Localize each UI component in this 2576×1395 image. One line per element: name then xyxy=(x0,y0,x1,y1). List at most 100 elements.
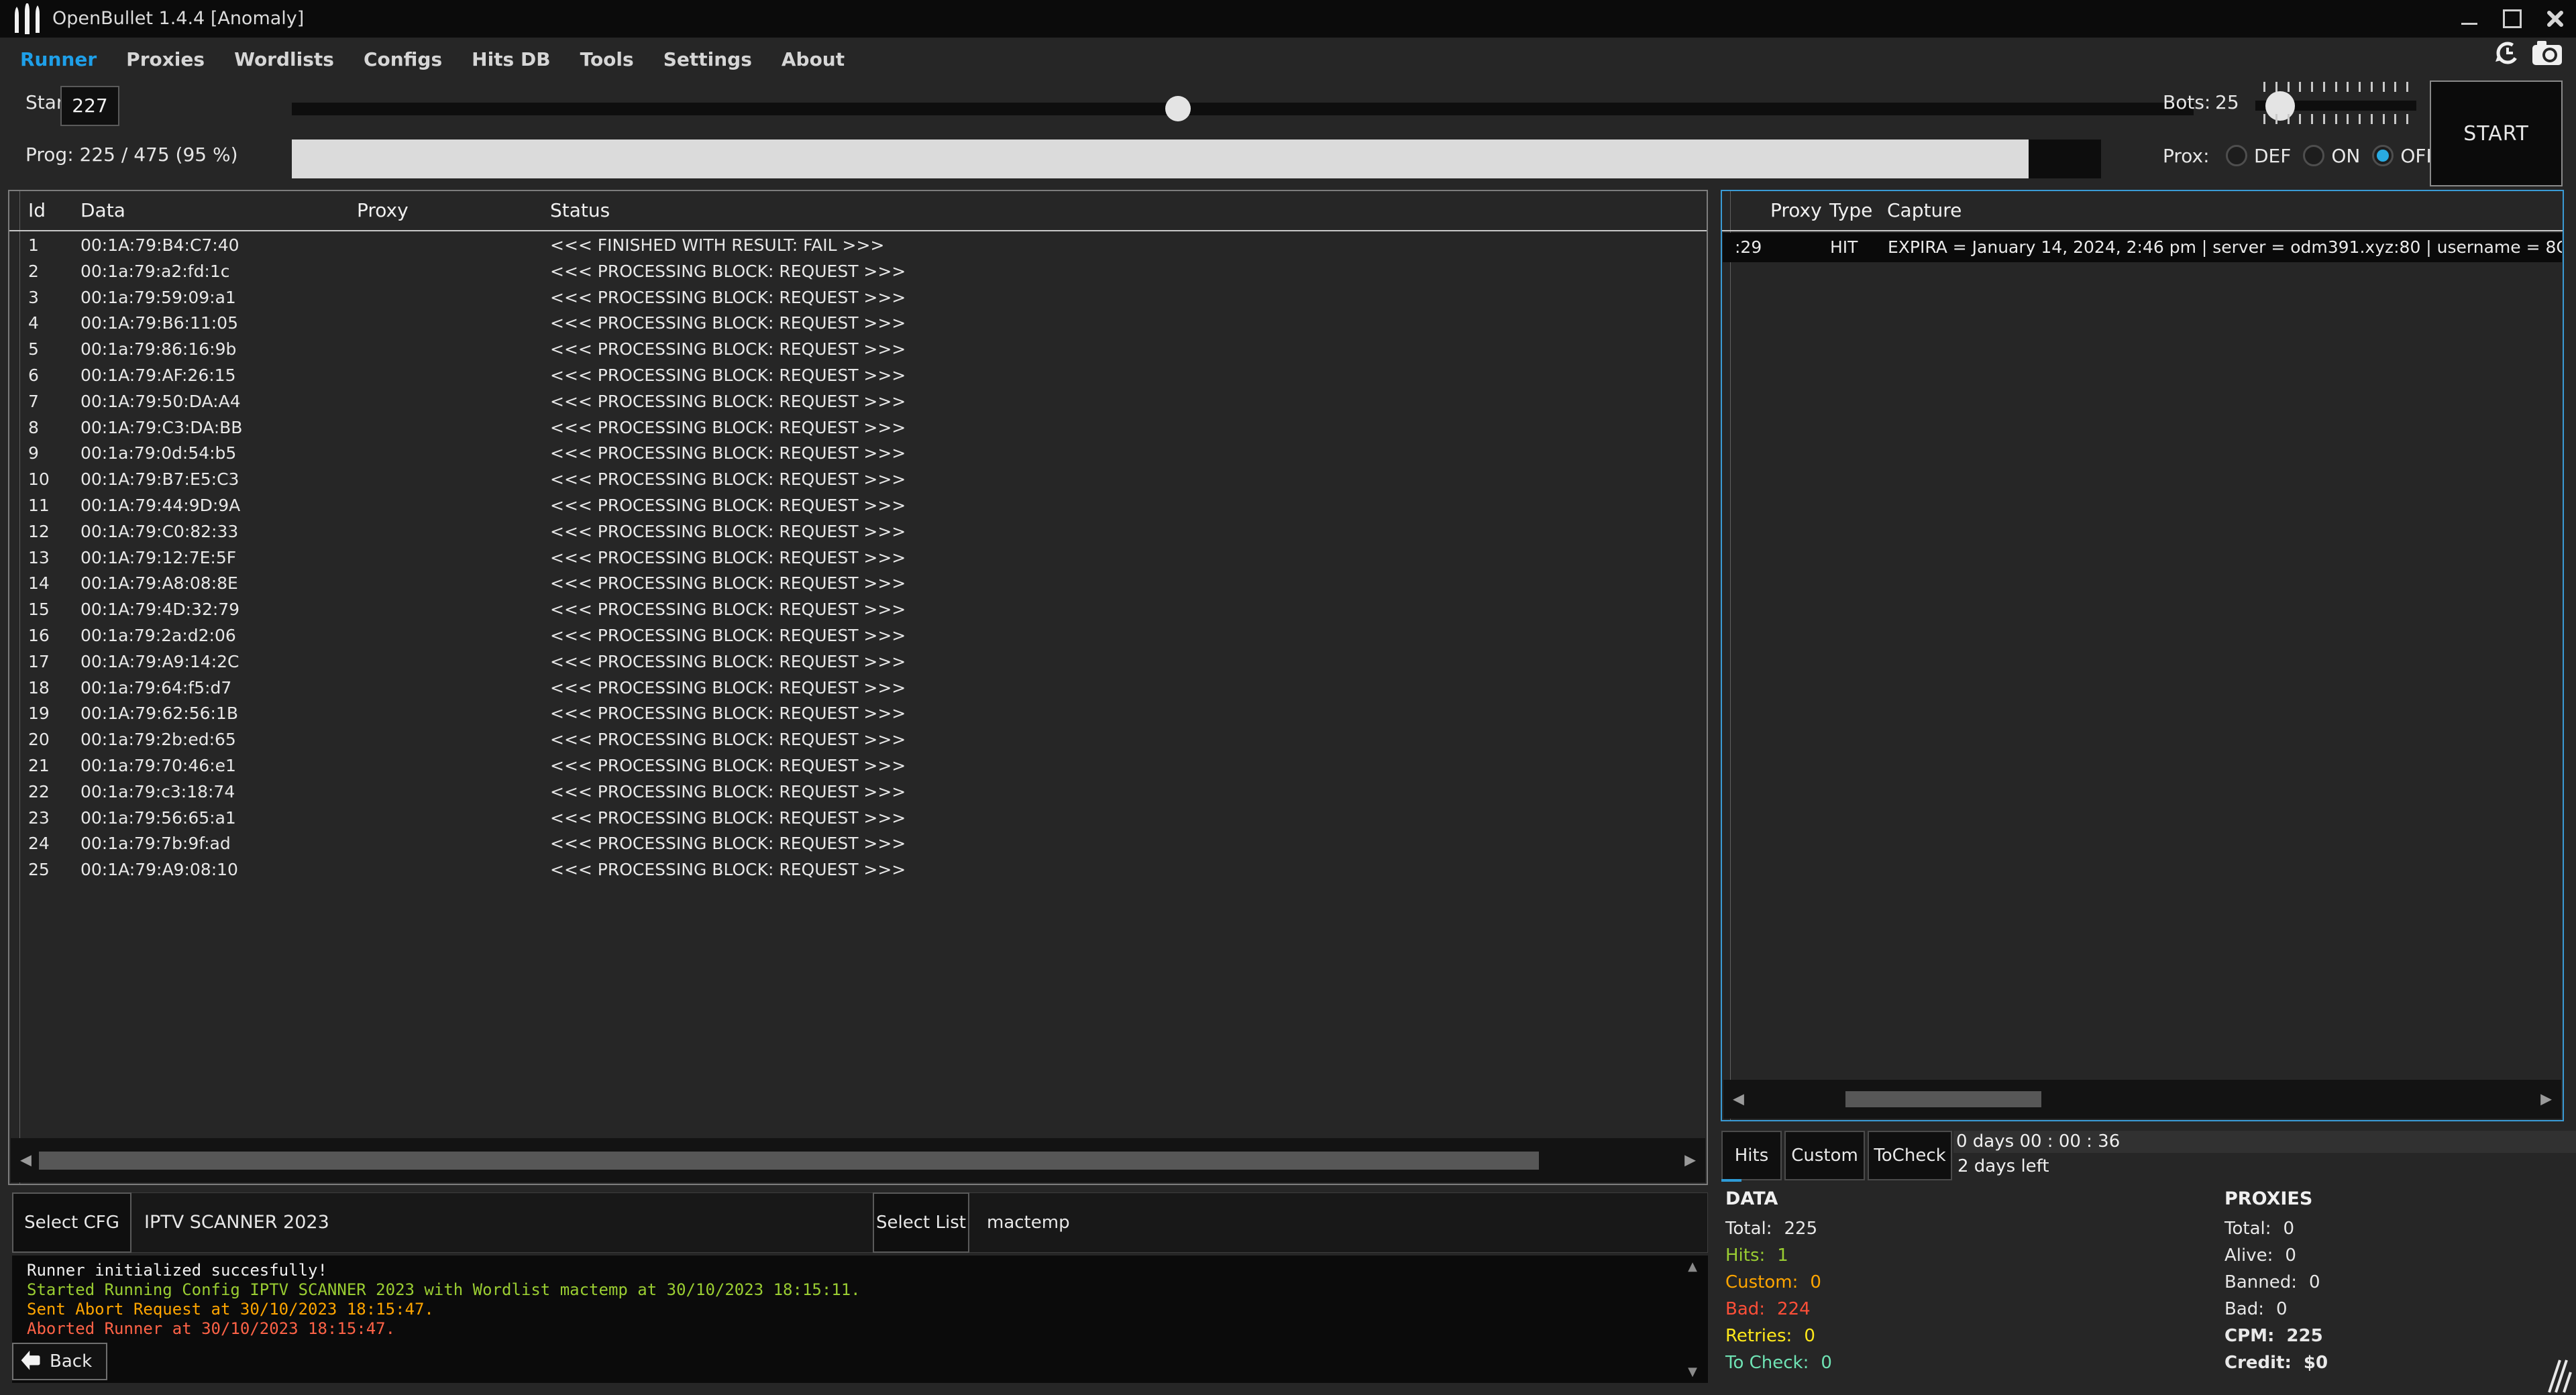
slider-tick xyxy=(2347,82,2349,92)
back-button[interactable]: Back xyxy=(12,1343,107,1380)
table-row[interactable]: 1000:1A:79:B7:E5:C3<<< PROCESSING BLOCK:… xyxy=(9,467,1707,493)
stat-hits: Hits:1 xyxy=(1725,1242,1832,1269)
stat-alive: Alive:0 xyxy=(2224,1242,2328,1269)
column-header-status[interactable]: Status xyxy=(550,199,610,221)
table-row[interactable]: 300:1a:79:59:09:a1<<< PROCESSING BLOCK: … xyxy=(9,285,1707,311)
table-row[interactable]: 900:1a:79:0d:54:b5<<< PROCESSING BLOCK: … xyxy=(9,441,1707,467)
stat-label: Total: xyxy=(2224,1219,2271,1239)
cell-data: 00:1A:79:44:9D:9A xyxy=(80,493,240,519)
select-cfg-button[interactable]: Select CFG xyxy=(12,1192,131,1253)
slider-tick xyxy=(2323,114,2325,124)
stat-value: 225 xyxy=(1784,1219,1817,1239)
menu-item-settings[interactable]: Settings xyxy=(663,48,752,70)
table-row[interactable]: 2000:1a:79:2b:ed:65<<< PROCESSING BLOCK:… xyxy=(9,727,1707,753)
log-scroll-down-icon[interactable]: ▼ xyxy=(1688,1365,1697,1379)
stat-label: Retries: xyxy=(1725,1326,1792,1346)
tab-hits[interactable]: Hits xyxy=(1721,1131,1782,1180)
prox-off-radio[interactable] xyxy=(2372,145,2394,166)
prox-def-radio[interactable] xyxy=(2226,145,2247,166)
column-header-proxy[interactable]: Proxy xyxy=(357,199,409,221)
menu-item-proxies[interactable]: Proxies xyxy=(126,48,205,70)
table-row[interactable]: 2500:1A:79:A9:08:10<<< PROCESSING BLOCK:… xyxy=(9,857,1707,883)
table-row[interactable]: 500:1a:79:86:16:9b<<< PROCESSING BLOCK: … xyxy=(9,337,1707,363)
hits-grid-header-line xyxy=(1730,191,1731,1120)
log-scroll-up-icon[interactable]: ▲ xyxy=(1688,1260,1697,1274)
stat-value: 1 xyxy=(1777,1245,1788,1266)
results-hscrollbar-thumb[interactable] xyxy=(39,1152,1539,1170)
close-button[interactable] xyxy=(2536,0,2575,38)
column-header-id[interactable]: Id xyxy=(28,199,46,221)
column-header-hit-proxy[interactable]: Proxy xyxy=(1770,199,1822,221)
minimize-button[interactable] xyxy=(2449,0,2490,38)
log-line: Started Running Config IPTV SCANNER 2023… xyxy=(27,1280,1668,1300)
prox-def-label: DEF xyxy=(2254,145,2291,167)
scroll-right-icon[interactable]: ▶ xyxy=(1684,1152,1696,1169)
start-input[interactable]: 227 xyxy=(60,86,119,126)
menu-item-about[interactable]: About xyxy=(782,48,845,70)
table-row[interactable]: 2100:1a:79:70:46:e1<<< PROCESSING BLOCK:… xyxy=(9,753,1707,779)
slider-tick xyxy=(2311,82,2313,92)
hits-scroll-right-icon[interactable]: ▶ xyxy=(2540,1091,2552,1108)
column-header-hit-capture[interactable]: Capture xyxy=(1887,199,1962,221)
table-row[interactable]: 1700:1A:79:A9:14:2C<<< PROCESSING BLOCK:… xyxy=(9,649,1707,675)
progress-bar-fill xyxy=(292,140,2029,178)
cell-status: <<< PROCESSING BLOCK: REQUEST >>> xyxy=(550,519,906,545)
hits-scroll-left-icon[interactable]: ◀ xyxy=(1733,1091,1744,1108)
table-row[interactable]: 1800:1a:79:64:f5:d7<<< PROCESSING BLOCK:… xyxy=(9,675,1707,702)
cell-id: 17 xyxy=(28,649,50,675)
table-row[interactable]: 2400:1a:79:7b:9f:ad<<< PROCESSING BLOCK:… xyxy=(9,831,1707,857)
table-row[interactable]: 1400:1A:79:A8:08:8E<<< PROCESSING BLOCK:… xyxy=(9,571,1707,597)
table-row[interactable]: 1100:1A:79:44:9D:9A<<< PROCESSING BLOCK:… xyxy=(9,493,1707,519)
menu-item-runner[interactable]: Runner xyxy=(20,48,97,70)
table-row[interactable]: 800:1A:79:C3:DA:BB<<< PROCESSING BLOCK: … xyxy=(9,415,1707,441)
cell-data: 00:1A:79:62:56:1B xyxy=(80,701,238,727)
start-runner-button[interactable]: START xyxy=(2430,80,2563,186)
start-slider-track[interactable] xyxy=(292,103,2194,115)
prox-on-radio[interactable] xyxy=(2303,145,2324,166)
cell-data: 00:1A:79:C3:DA:BB xyxy=(80,415,242,441)
cell-status: <<< PROCESSING BLOCK: REQUEST >>> xyxy=(550,493,906,519)
table-row[interactable]: 700:1A:79:50:DA:A4<<< PROCESSING BLOCK: … xyxy=(9,389,1707,415)
tab-custom[interactable]: Custom xyxy=(1784,1131,1865,1180)
stat-custom: Custom:0 xyxy=(1725,1269,1832,1296)
tab-tocheck[interactable]: ToCheck xyxy=(1868,1131,1952,1180)
table-row[interactable]: 200:1a:79:a2:fd:1c<<< PROCESSING BLOCK: … xyxy=(9,259,1707,285)
camera-icon[interactable] xyxy=(2532,40,2563,66)
table-row[interactable]: 1500:1A:79:4D:32:79<<< PROCESSING BLOCK:… xyxy=(9,597,1707,623)
cell-data: 00:1A:79:A9:14:2C xyxy=(80,649,239,675)
table-row[interactable]: 1300:1A:79:12:7E:5F<<< PROCESSING BLOCK:… xyxy=(9,545,1707,571)
menu-item-configs[interactable]: Configs xyxy=(364,48,442,70)
table-row[interactable]: 100:1A:79:B4:C7:40<<< FINISHED WITH RESU… xyxy=(9,233,1707,259)
stat-banned: Banned:0 xyxy=(2224,1269,2328,1296)
prox-on-label: ON xyxy=(2331,145,2360,167)
cell-data: 00:1A:79:4D:32:79 xyxy=(80,597,239,623)
column-header-data[interactable]: Data xyxy=(80,199,125,221)
menu-item-tools[interactable]: Tools xyxy=(580,48,634,70)
scroll-left-icon[interactable]: ◀ xyxy=(20,1152,32,1169)
cell-data: 00:1a:79:2b:ed:65 xyxy=(80,727,236,753)
slider-tick xyxy=(2371,114,2373,124)
table-row[interactable]: 1600:1a:79:2a:d2:06<<< PROCESSING BLOCK:… xyxy=(9,623,1707,649)
history-icon[interactable] xyxy=(2493,39,2521,67)
back-button-label: Back xyxy=(50,1351,92,1372)
select-list-button[interactable]: Select List xyxy=(873,1192,969,1253)
days-left-label: 2 days left xyxy=(1957,1156,2049,1176)
hit-row[interactable]: :29HITEXPIRA = January 14, 2024, 2:46 pm… xyxy=(1723,233,2562,262)
slider-tick xyxy=(2347,114,2349,124)
menu-item-wordlists[interactable]: Wordlists xyxy=(234,48,334,70)
table-row[interactable]: 2300:1a:79:56:65:a1<<< PROCESSING BLOCK:… xyxy=(9,805,1707,832)
table-row[interactable]: 2200:1a:79:c3:18:74<<< PROCESSING BLOCK:… xyxy=(9,779,1707,805)
menu-item-hits-db[interactable]: Hits DB xyxy=(472,48,550,70)
hits-hscrollbar-thumb[interactable] xyxy=(1845,1091,2041,1107)
table-row[interactable]: 400:1A:79:B6:11:05<<< PROCESSING BLOCK: … xyxy=(9,311,1707,337)
column-header-hit-type[interactable]: Type xyxy=(1829,199,1872,221)
table-row[interactable]: 1900:1A:79:62:56:1B<<< PROCESSING BLOCK:… xyxy=(9,701,1707,727)
table-row[interactable]: 1200:1A:79:C0:82:33<<< PROCESSING BLOCK:… xyxy=(9,519,1707,545)
progress-label: Prog: 225 / 475 (95 %) xyxy=(25,144,238,166)
table-row[interactable]: 600:1A:79:AF:26:15<<< PROCESSING BLOCK: … xyxy=(9,363,1707,389)
hits-hscrollbar[interactable]: ◀ ▶ xyxy=(1723,1080,2561,1119)
maximize-button[interactable] xyxy=(2491,0,2533,38)
results-hscrollbar[interactable]: ◀ ▶ xyxy=(11,1138,1705,1182)
stat-value: 0 xyxy=(2285,1245,2296,1266)
start-slider-thumb[interactable] xyxy=(1165,96,1191,121)
